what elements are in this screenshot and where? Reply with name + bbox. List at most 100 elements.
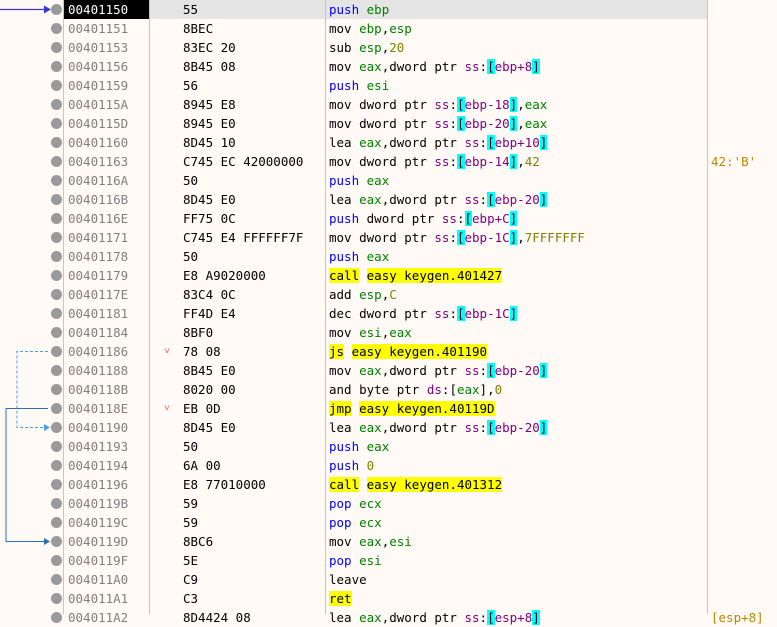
instruction-token: ss	[434, 154, 450, 169]
instruction-token	[352, 610, 360, 625]
address: 00401193	[68, 439, 129, 454]
instruction-row[interactable]: 00401159 56 push esi	[0, 76, 777, 95]
bytes-cell: 8D45 10	[150, 133, 325, 152]
instruction-token: [	[456, 230, 465, 245]
instruction-token: ]	[532, 610, 540, 625]
instruction-row[interactable]: 0040115D 8945 E0 mov dword ptr ss:[ebp-20]…	[0, 114, 777, 133]
instruction-row[interactable]: 00401188 8B45 E0 mov eax,dword ptr ss:[ebp…	[0, 361, 777, 380]
instruction-token: mov	[329, 116, 352, 131]
instruction-row[interactable]: 00401153 83EC 20 sub esp,20	[0, 38, 777, 57]
instruction-cell: mov ebp,esp	[326, 19, 707, 38]
instruction-row[interactable]: 0040119C 59 pop ecx	[0, 513, 777, 532]
instruction-row[interactable]: 0040119D 8BC6 mov eax,esi	[0, 532, 777, 551]
instruction-token: esp	[359, 40, 382, 55]
instruction-token: mov	[329, 534, 352, 549]
instruction-token: ]	[532, 59, 540, 74]
address: 0040117E	[68, 287, 129, 302]
instruction-token: dword ptr	[366, 211, 442, 226]
instruction-row[interactable]: 00401184 8BF0 mov esi,eax	[0, 323, 777, 342]
opcode-bytes: 5E	[183, 553, 199, 568]
opcode-bytes: 78 08	[183, 344, 221, 359]
instruction-token: ]	[539, 420, 548, 435]
instruction-text: and byte ptr ds:[eax],0	[329, 380, 502, 399]
instruction-row[interactable]: 0040116E FF75 0C push dword ptr ss:[ebp+C]	[0, 209, 777, 228]
bytes-cell: 6A 00	[150, 456, 325, 475]
instruction-row[interactable]: 0040115A 8945 E8 mov dword ptr ss:[ebp-18]…	[0, 95, 777, 114]
instruction-token: push	[329, 211, 360, 226]
instruction-row[interactable]: 0040119F 5E pop esi	[0, 551, 777, 570]
instruction-text: push 0	[329, 456, 374, 475]
address: 00401188	[68, 363, 129, 378]
instruction-row[interactable]: 0040118B 8020 00 and byte ptr ds:[eax],0	[0, 380, 777, 399]
opcode-bytes: 8D45 E0	[183, 420, 236, 435]
instruction-token: dword ptr	[359, 116, 435, 131]
address: 0040119D	[68, 534, 129, 549]
instruction-token: [	[456, 306, 465, 321]
bytes-cell: 50	[150, 171, 325, 190]
address: 0040118B	[68, 382, 129, 397]
instruction-token: [	[464, 211, 473, 226]
instruction-token: 7FFFFFFF	[524, 230, 585, 245]
instruction-row[interactable]: 00401150 55 push ebp	[0, 0, 777, 19]
address: 00401163	[68, 154, 129, 169]
instruction-token: mov	[329, 59, 352, 74]
instruction-text: mov dword ptr ss:[ebp-18],eax	[329, 95, 547, 114]
instruction-text: pop ecx	[329, 494, 382, 513]
jump-chevron-down-icon: ˅	[164, 346, 171, 357]
instruction-token	[352, 401, 360, 416]
instruction-token: [	[487, 135, 495, 150]
instruction-token: dword ptr	[359, 230, 435, 245]
instruction-token: dword ptr	[389, 59, 465, 74]
instruction-row[interactable]: 00401151 8BEC mov ebp,esp	[0, 19, 777, 38]
address: 0040119F	[68, 553, 129, 568]
opcode-bytes: 8B45 08	[183, 59, 236, 74]
instruction-row[interactable]: 00401163 C745 EC 42000000 mov dword ptr ss…	[0, 152, 777, 171]
instruction-token	[352, 192, 360, 207]
instruction-text: push eax	[329, 247, 389, 266]
instruction-token: dword ptr	[389, 363, 465, 378]
instruction-row[interactable]: 004011A0 C9 leave	[0, 570, 777, 589]
instruction-token	[352, 116, 360, 131]
instruction-cell: pop ecx	[326, 513, 707, 532]
instruction-token: :	[449, 97, 457, 112]
instruction-token: jmp	[329, 401, 352, 416]
instruction-row[interactable]: 00401193 50 push eax	[0, 437, 777, 456]
instruction-token: and	[329, 382, 352, 397]
instruction-token: byte ptr	[359, 382, 427, 397]
instruction-token: dword ptr	[389, 135, 465, 150]
bytes-cell: 8BEC	[150, 19, 325, 38]
instruction-token: ]	[539, 135, 548, 150]
disassembly-view[interactable]: 00401150 55 push ebp 00401151 8BEC mov ebp,es…	[0, 0, 777, 625]
instruction-row[interactable]: 00401196 E8 77010000 call easy keygen.4013…	[0, 475, 777, 494]
instruction-row[interactable]: 00401186 ˅ 78 08 js easy keygen.401190	[0, 342, 777, 361]
instruction-row[interactable]: 00401181 FF4D E4 dec dword ptr ss:[ebp-1C]	[0, 304, 777, 323]
instruction-token: add	[329, 287, 352, 302]
instruction-row[interactable]: 0040117E 83C4 0C add esp,C	[0, 285, 777, 304]
opcode-bytes: 59	[183, 496, 199, 511]
address: 0040119C	[68, 515, 129, 530]
instruction-row[interactable]: 00401194 6A 00 push 0	[0, 456, 777, 475]
instruction-token: ebp+10	[494, 135, 540, 150]
instruction-row[interactable]: 0040119B 59 pop ecx	[0, 494, 777, 513]
instruction-row[interactable]: 0040116A 50 push eax	[0, 171, 777, 190]
instruction-row[interactable]: 004011A1 C3 ret	[0, 589, 777, 608]
opcode-bytes: 50	[183, 439, 199, 454]
instruction-token: sub	[329, 40, 352, 55]
jmp-jump-line	[5, 408, 48, 542]
instruction-token	[352, 59, 360, 74]
instruction-row[interactable]: 00401156 8B45 08 mov eax,dword ptr ss:[ebp…	[0, 57, 777, 76]
instruction-row[interactable]: 00401171 C745 E4 FFFFFF7F mov dword ptr ss…	[0, 228, 777, 247]
instruction-cell: mov eax,dword ptr ss:[ebp+8]	[326, 57, 707, 76]
instruction-row[interactable]: 00401179 E8 A9020000 call easy keygen.4014…	[0, 266, 777, 285]
instruction-row[interactable]: 00401190 8D45 E0 lea eax,dword ptr ss:[ebp…	[0, 418, 777, 437]
instruction-row[interactable]: 0040116B 8D45 E0 lea eax,dword ptr ss:[ebp…	[0, 190, 777, 209]
instruction-token: :	[479, 59, 488, 74]
instruction-row[interactable]: 004011A2 8D4424 08 lea eax,dword ptr ss:[e…	[0, 608, 777, 627]
instruction-token: ,	[517, 154, 525, 169]
instruction-row[interactable]: 0040118E ˅ EB 0D jmp easy keygen.40119D	[0, 399, 777, 418]
instruction-row[interactable]: 00401160 8D45 10 lea eax,dword ptr ss:[ebp…	[0, 133, 777, 152]
address: 0040119B	[68, 496, 129, 511]
instruction-row[interactable]: 00401178 50 push eax	[0, 247, 777, 266]
instruction-token	[359, 173, 367, 188]
address: 00401194	[68, 458, 129, 473]
